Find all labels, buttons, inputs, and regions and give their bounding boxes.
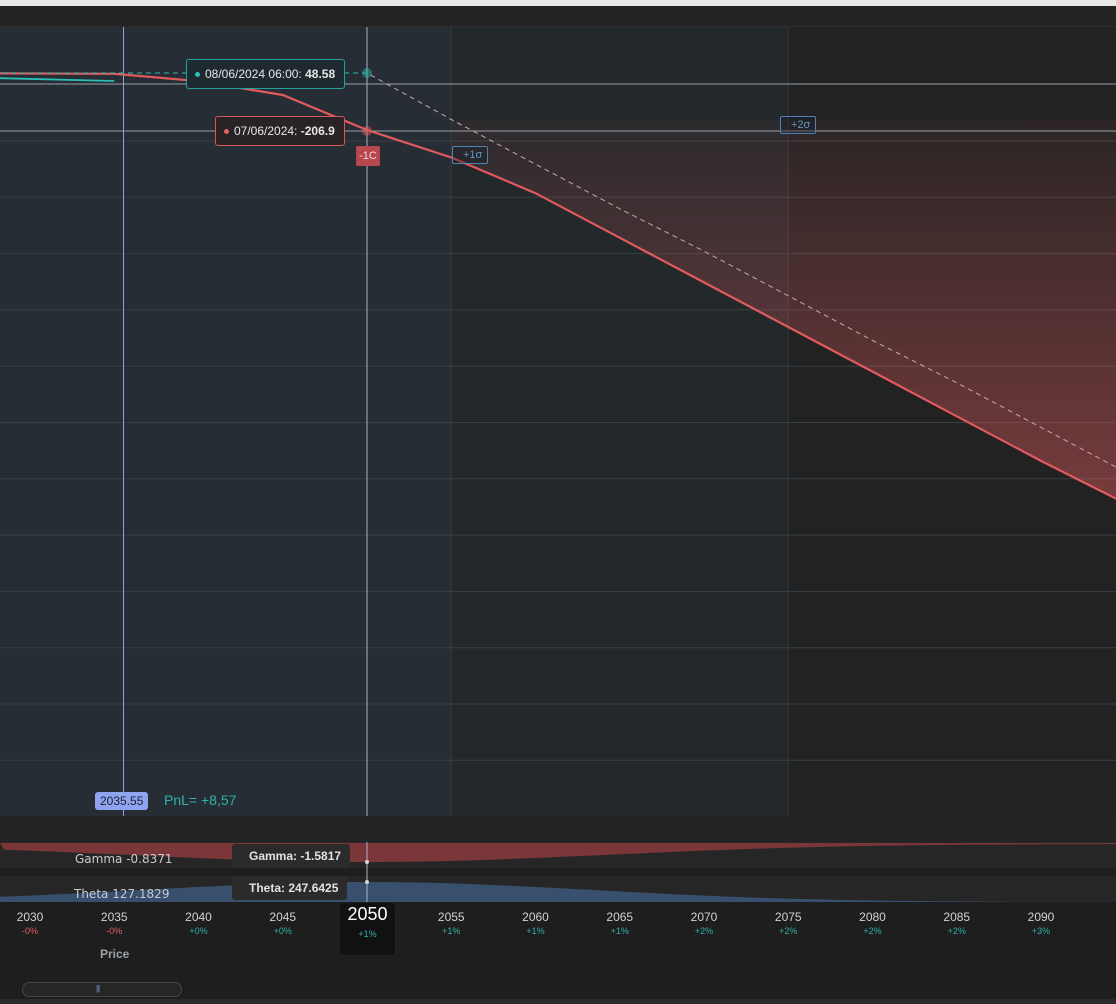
gamma-tooltip: Gamma: -1.5817 <box>232 844 351 868</box>
x-tick-2070: 2070 +2% <box>679 910 729 936</box>
teal-crosshair-point <box>362 68 372 78</box>
red-series-tooltip: 07/06/2024: -206.9 <box>215 116 345 146</box>
teal-tooltip-value: 48.58 <box>305 67 336 81</box>
selected-price-pct: +1% <box>358 929 377 939</box>
x-tick-pct: +2% <box>779 926 798 936</box>
red-crosshair-point <box>362 126 372 136</box>
teal-series-tooltip: 08/06/2024 06:00: 48.58 <box>186 59 346 89</box>
x-tick-value: 2085 <box>943 910 971 924</box>
gamma-point <box>365 860 369 864</box>
theta-point <box>365 880 369 884</box>
x-tick-pct: +1% <box>526 926 545 936</box>
theta-label: Theta 127.1829 <box>74 887 170 901</box>
red-tooltip-label: 07/06/2024: <box>234 124 298 138</box>
theta-tooltip: Theta: 247.6425 <box>232 876 348 900</box>
x-tick-pct: -0% <box>106 926 123 936</box>
x-tick-2080: 2080 +2% <box>848 910 898 936</box>
x-tick-pct: +2% <box>947 926 966 936</box>
x-tick-2045: 2045 +0% <box>258 910 308 936</box>
x-tick-2055: 2055 +1% <box>426 910 476 936</box>
x-tick-2085: 2085 +2% <box>932 910 982 936</box>
contract-marker-badge[interactable]: -1C <box>356 146 380 166</box>
gamma-label: Gamma -0.8371 <box>75 852 173 866</box>
x-tick-pct: +2% <box>863 926 882 936</box>
x-tick-value: 2070 <box>690 910 718 924</box>
red-tooltip-value: -206.9 <box>300 124 335 138</box>
x-tick-value: 2075 <box>774 910 802 924</box>
red-dot-icon <box>224 129 229 135</box>
sigma1-marker: +1σ <box>452 146 489 164</box>
x-tick-value: 2090 <box>1027 910 1055 924</box>
x-axis-title: Price <box>100 947 130 961</box>
pnl-readout: PnL= +8,57 <box>164 792 237 808</box>
teal-dot-icon <box>195 72 200 78</box>
x-tick-pct: +1% <box>610 926 629 936</box>
x-tick-2060: 2060 +1% <box>511 910 561 936</box>
x-tick-pct: +0% <box>189 926 208 936</box>
x-tick-value: 2060 <box>522 910 549 924</box>
teal-tooltip-label: 08/06/2024 06:00: <box>205 67 302 81</box>
x-tick-2090: 2090 +3% <box>1016 910 1066 936</box>
selected-price-value: 2050 <box>347 904 388 924</box>
x-tick-value: 2080 <box>859 910 886 924</box>
x-tick-2065: 2065 +1% <box>595 910 645 936</box>
x-tick-value: 2040 <box>185 910 212 924</box>
scroll-grip-icon[interactable]: ||| <box>96 984 100 993</box>
horizontal-scrollbar[interactable] <box>22 982 182 997</box>
x-tick-2040: 2040 +0% <box>174 910 224 936</box>
x-tick-pct: +1% <box>442 926 461 936</box>
x-tick-value: 2045 <box>269 910 297 924</box>
x-tick-2030: 2030 -0% <box>5 910 55 936</box>
greeks-panel-separator <box>0 816 1116 842</box>
x-tick-value: 2055 <box>437 910 465 924</box>
x-tick-pct: +2% <box>694 926 714 936</box>
sigma2-marker: +2σ <box>780 116 817 134</box>
x-tick-2035: 2035 -0% <box>89 910 139 936</box>
x-tick-2075: 2075 +2% <box>763 910 813 936</box>
x-tick-value: 2030 <box>16 910 44 924</box>
x-tick-pct: -0% <box>21 926 38 936</box>
current-price-badge: 2035.55 <box>95 792 149 810</box>
x-tick-value: 2035 <box>100 910 128 924</box>
x-tick-pct: +3% <box>1031 926 1051 936</box>
x-tick-pct: +0% <box>273 926 292 936</box>
x-tick-value: 2065 <box>606 910 634 924</box>
bottom-border <box>0 999 1116 1004</box>
